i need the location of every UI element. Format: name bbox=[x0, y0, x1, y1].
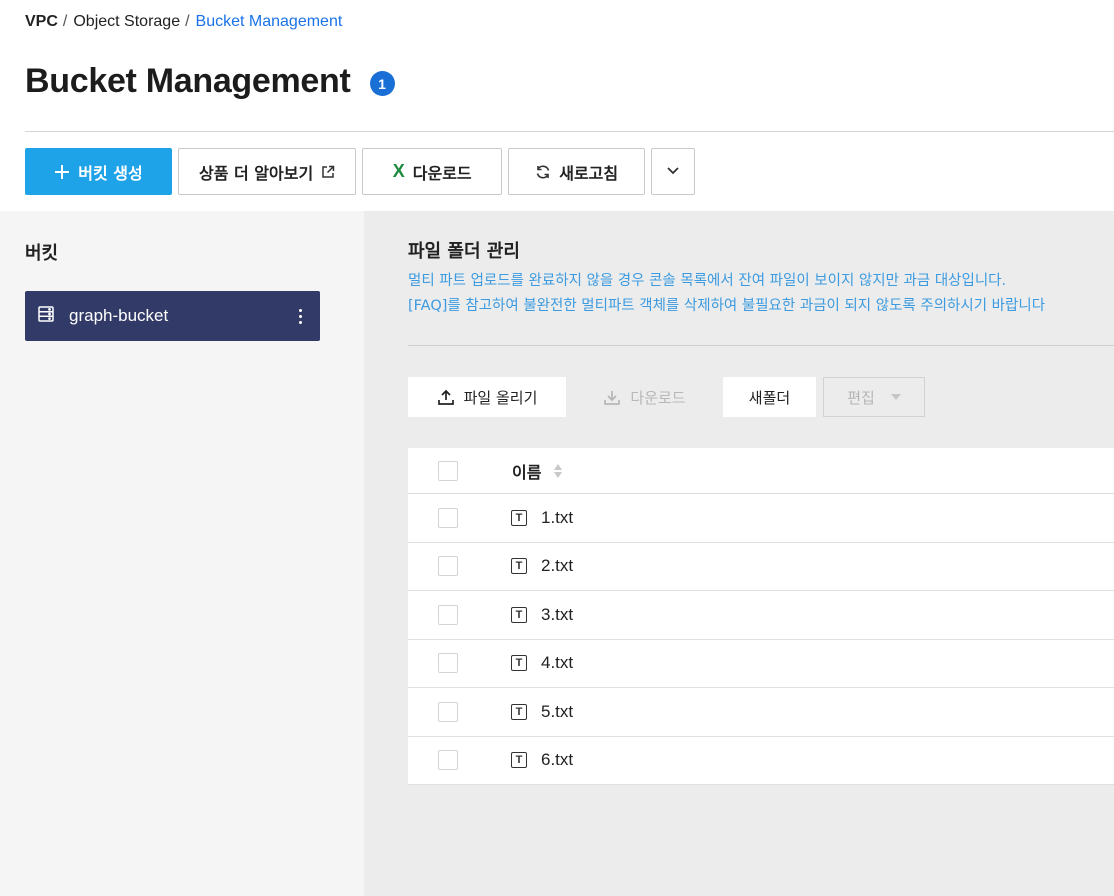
bucket-panel: 버킷 graph-bucket bbox=[0, 211, 364, 896]
row-checkbox[interactable] bbox=[438, 653, 458, 674]
file-name[interactable]: 4.txt bbox=[541, 653, 573, 673]
page-title: Bucket Management bbox=[25, 62, 351, 100]
notice-line[interactable]: [FAQ]를 참고하여 불완전한 멀티파트 객체를 삭제하여 불필요한 과금이 … bbox=[408, 294, 1045, 319]
row-checkbox[interactable] bbox=[438, 556, 458, 577]
plus-icon bbox=[54, 164, 70, 180]
breadcrumb-item-vpc[interactable]: VPC bbox=[25, 13, 58, 31]
file-name[interactable]: 1.txt bbox=[541, 508, 573, 528]
file-name[interactable]: 2.txt bbox=[541, 556, 573, 576]
section-title: 파일 폴더 관리 bbox=[408, 241, 520, 262]
file-name[interactable]: 5.txt bbox=[541, 702, 573, 722]
upload-file-button[interactable]: 파일 올리기 bbox=[408, 377, 566, 417]
breadcrumb: VPC / Object Storage / Bucket Management bbox=[25, 13, 342, 31]
breadcrumb-separator: / bbox=[62, 13, 68, 30]
row-checkbox[interactable] bbox=[438, 701, 458, 722]
main-toolbar: 버킷 생성 상품 더 알아보기 X 다운로드 새로고침 bbox=[25, 148, 696, 195]
table-row[interactable]: T 4.txt bbox=[408, 639, 1114, 688]
table-row[interactable]: T 3.txt bbox=[408, 591, 1114, 640]
file-name[interactable]: 6.txt bbox=[541, 750, 573, 770]
text-file-icon: T bbox=[511, 752, 527, 769]
create-bucket-button[interactable]: 버킷 생성 bbox=[25, 148, 172, 195]
chevron-down-icon bbox=[665, 162, 681, 182]
notice-line: 멀티 파트 업로드를 완료하지 않을 경우 콘솔 목록에서 잔여 파일이 보이지… bbox=[408, 273, 1007, 289]
file-table: 이름 T 1.txt T 2.txt T 3.txt T 4.txt T 5.t… bbox=[408, 448, 1114, 785]
table-row[interactable]: T 1.txt bbox=[408, 494, 1114, 543]
kebab-menu-icon[interactable] bbox=[292, 306, 308, 326]
more-options-button[interactable] bbox=[651, 148, 696, 195]
sort-icon[interactable] bbox=[553, 462, 563, 480]
upload-icon bbox=[437, 388, 455, 406]
breadcrumb-item-current[interactable]: Bucket Management bbox=[196, 13, 343, 31]
bucket-item-graph-bucket[interactable]: graph-bucket bbox=[25, 291, 320, 341]
refresh-button[interactable]: 새로고침 bbox=[508, 148, 646, 195]
file-actions: 파일 올리기 다운로드 새폴더 편집 bbox=[408, 377, 932, 417]
table-row[interactable]: T 5.txt bbox=[408, 688, 1114, 737]
upload-file-label: 파일 올리기 bbox=[463, 388, 538, 407]
edit-dropdown[interactable]: 편집 bbox=[823, 377, 925, 417]
text-file-icon: T bbox=[511, 606, 527, 623]
download-icon bbox=[603, 388, 621, 406]
refresh-icon bbox=[535, 164, 551, 180]
table-header: 이름 bbox=[408, 448, 1114, 494]
external-link-icon bbox=[321, 165, 335, 179]
new-folder-label: 새폴더 bbox=[748, 388, 791, 407]
table-row[interactable]: T 6.txt bbox=[408, 736, 1114, 785]
caret-down-icon bbox=[890, 394, 901, 400]
row-checkbox[interactable] bbox=[438, 750, 458, 771]
excel-download-label: 다운로드 bbox=[412, 163, 472, 183]
excel-icon: X bbox=[392, 161, 405, 181]
text-file-icon: T bbox=[511, 509, 527, 526]
download-file-label: 다운로드 bbox=[630, 388, 686, 407]
download-file-button[interactable]: 다운로드 bbox=[573, 377, 716, 417]
learn-more-button[interactable]: 상품 더 알아보기 bbox=[178, 148, 357, 195]
refresh-label: 새로고침 bbox=[559, 163, 619, 183]
multipart-notice: 멀티 파트 업로드를 완료하지 않을 경우 콘솔 목록에서 잔여 파일이 보이지… bbox=[408, 269, 1045, 319]
file-name[interactable]: 3.txt bbox=[541, 605, 573, 625]
select-all-checkbox[interactable] bbox=[438, 460, 458, 481]
bucket-name: graph-bucket bbox=[69, 306, 169, 325]
title-row: Bucket Management 1 bbox=[25, 62, 395, 101]
breadcrumb-item-object-storage[interactable]: Object Storage bbox=[73, 13, 180, 31]
learn-more-label: 상품 더 알아보기 bbox=[199, 163, 314, 183]
excel-download-button[interactable]: X 다운로드 bbox=[362, 148, 503, 195]
create-bucket-label: 버킷 생성 bbox=[78, 163, 143, 183]
edit-label: 편집 bbox=[847, 388, 875, 407]
storage-icon bbox=[37, 305, 55, 327]
new-folder-button[interactable]: 새폴더 bbox=[723, 377, 816, 417]
file-management-panel: 파일 폴더 관리 멀티 파트 업로드를 완료하지 않을 경우 콘솔 목록에서 잔… bbox=[364, 211, 1114, 896]
text-file-icon: T bbox=[511, 558, 527, 575]
bucket-panel-heading: 버킷 bbox=[25, 243, 59, 264]
row-checkbox[interactable] bbox=[438, 604, 458, 625]
row-checkbox[interactable] bbox=[438, 507, 458, 528]
table-row[interactable]: T 2.txt bbox=[408, 542, 1114, 591]
breadcrumb-separator: / bbox=[185, 13, 190, 30]
column-header-name[interactable]: 이름 bbox=[512, 459, 541, 483]
text-file-icon: T bbox=[511, 703, 527, 720]
section-divider bbox=[408, 345, 1114, 346]
text-file-icon: T bbox=[511, 655, 527, 672]
header-divider bbox=[25, 131, 1114, 132]
help-badge[interactable]: 1 bbox=[369, 71, 395, 96]
